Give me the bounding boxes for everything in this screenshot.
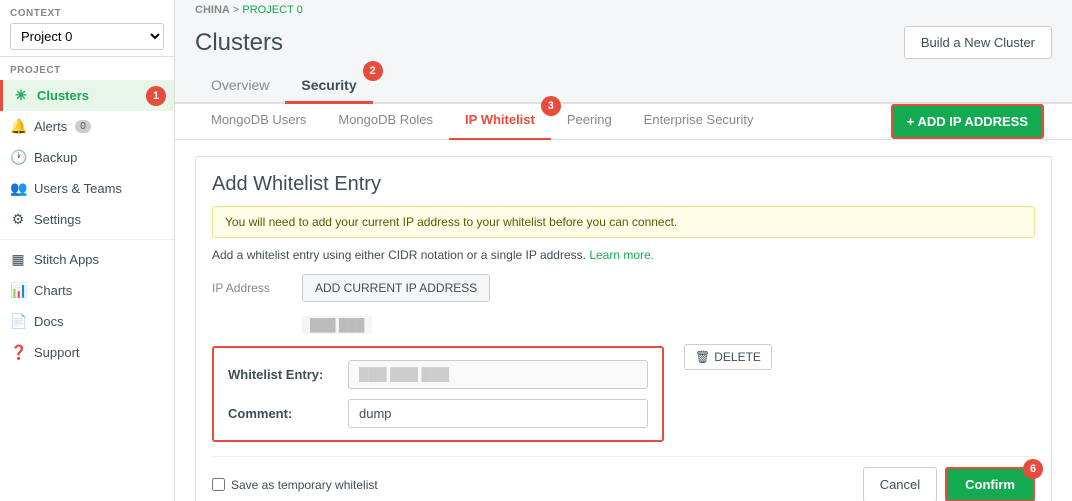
sidebar-item-label: Backup xyxy=(34,150,77,165)
project-label: PROJECT xyxy=(0,57,174,80)
sidebar-item-clusters[interactable]: ✳ Clusters 1 xyxy=(0,80,174,111)
ip-address-row: IP Address ADD CURRENT IP ADDRESS xyxy=(212,274,664,302)
comment-row: Comment: xyxy=(228,399,648,428)
sidebar-item-backup[interactable]: 🕐 Backup xyxy=(0,142,174,173)
sidebar-item-charts[interactable]: 📊 Charts xyxy=(0,275,174,306)
alerts-icon: 🔔 xyxy=(10,118,26,135)
comment-label: Comment: xyxy=(228,406,338,421)
step-badge-2: 2 xyxy=(363,61,383,81)
tab-peering[interactable]: Peering xyxy=(551,104,628,140)
sidebar-context: CONTEXT Project 0 xyxy=(0,0,174,57)
whitelist-title: Add Whitelist Entry xyxy=(212,173,1035,196)
sidebar-item-settings[interactable]: ⚙ Settings xyxy=(0,204,174,235)
sidebar-item-label: Docs xyxy=(34,314,64,329)
page-header: Clusters Build a New Cluster xyxy=(175,20,1072,69)
sidebar-item-label: Clusters xyxy=(37,88,89,103)
confirm-button[interactable]: Confirm 6 xyxy=(945,467,1035,501)
sidebar-item-support[interactable]: ❓ Support xyxy=(0,337,174,368)
breadcrumb: CHINA > PROJECT 0 xyxy=(175,0,1072,20)
breadcrumb-sep: > xyxy=(230,4,243,16)
whitelist-entry-row: Whitelist Entry: xyxy=(228,360,648,389)
context-select[interactable]: Project 0 xyxy=(10,23,164,50)
support-icon: ❓ xyxy=(10,344,26,361)
sidebar-item-users-teams[interactable]: 👥 Users & Teams xyxy=(0,173,174,204)
main-content: CHINA > PROJECT 0 Clusters Build a New C… xyxy=(175,0,1072,501)
sidebar-item-label: Settings xyxy=(34,212,81,227)
secondary-tabs: MongoDB Users MongoDB Roles IP Whitelist… xyxy=(175,104,1072,140)
stitch-apps-icon: ▦ xyxy=(10,251,26,268)
action-buttons: Cancel Confirm 6 xyxy=(863,467,1035,501)
form-bottom-row: Save as temporary whitelist Cancel Confi… xyxy=(212,456,1035,501)
whitelist-entry-input[interactable] xyxy=(348,360,648,389)
ip-value-row: ███ ███ xyxy=(212,316,664,334)
cancel-button[interactable]: Cancel xyxy=(863,467,937,501)
alerts-badge: 0 xyxy=(75,120,91,133)
whitelist-entry-label: Whitelist Entry: xyxy=(228,367,338,382)
sidebar-item-label: Charts xyxy=(34,283,72,298)
ip-value: ███ ███ xyxy=(302,316,372,334)
content-area: Add Whitelist Entry You will need to add… xyxy=(175,140,1072,501)
breadcrumb-project: PROJECT 0 xyxy=(242,4,302,16)
users-teams-icon: 👥 xyxy=(10,180,26,197)
tab-mongodb-roles[interactable]: MongoDB Roles xyxy=(322,104,449,140)
charts-icon: 📊 xyxy=(10,282,26,299)
content-inner: Add Whitelist Entry You will need to add… xyxy=(175,140,1072,501)
primary-tabs: Overview Security 2 xyxy=(175,69,1072,104)
sidebar-item-stitch-apps[interactable]: ▦ Stitch Apps xyxy=(0,244,174,275)
docs-icon: 📄 xyxy=(10,313,26,330)
sidebar-item-alerts[interactable]: 🔔 Alerts 0 xyxy=(0,111,174,142)
save-temp-checkbox[interactable] xyxy=(212,478,225,491)
page-title: Clusters xyxy=(195,29,283,57)
build-cluster-button[interactable]: Build a New Cluster xyxy=(904,26,1052,59)
tab-enterprise-security[interactable]: Enterprise Security xyxy=(628,104,770,140)
add-current-ip-button[interactable]: ADD CURRENT IP ADDRESS xyxy=(302,274,490,302)
comment-input[interactable] xyxy=(348,399,648,428)
whitelist-desc: Add a whitelist entry using either CIDR … xyxy=(212,248,1035,262)
sidebar: CONTEXT Project 0 PROJECT ✳ Clusters 1 🔔… xyxy=(0,0,175,501)
info-banner-text: You will need to add your current IP add… xyxy=(225,215,677,229)
tab-overview[interactable]: Overview xyxy=(195,69,285,104)
sidebar-item-label: Support xyxy=(34,345,80,360)
add-ip-btn-area: + ADD IP ADDRESS xyxy=(770,104,1053,139)
whitelist-left: IP Address ADD CURRENT IP ADDRESS ███ ██… xyxy=(212,274,664,456)
sidebar-item-label: Stitch Apps xyxy=(34,252,99,267)
ip-address-label: IP Address xyxy=(212,281,292,295)
whitelist-form-box: Whitelist Entry: Comment: xyxy=(212,346,664,442)
sidebar-divider xyxy=(0,239,174,240)
info-banner: You will need to add your current IP add… xyxy=(212,206,1035,238)
tab-mongodb-users[interactable]: MongoDB Users xyxy=(195,104,322,140)
context-label: CONTEXT xyxy=(10,8,164,19)
breadcrumb-org: CHINA xyxy=(195,4,230,16)
add-ip-address-button[interactable]: + ADD IP ADDRESS xyxy=(891,104,1044,139)
sidebar-item-docs[interactable]: 📄 Docs xyxy=(0,306,174,337)
delete-area: 🗑 DELETE xyxy=(684,274,772,370)
tab-security[interactable]: Security 2 xyxy=(285,69,372,104)
clusters-icon: ✳ xyxy=(13,87,29,104)
delete-icon: 🗑 xyxy=(695,350,710,364)
sidebar-item-label: Users & Teams xyxy=(34,181,122,196)
step-badge-6: 6 xyxy=(1023,459,1043,479)
learn-more-link[interactable]: Learn more. xyxy=(589,248,654,262)
settings-icon: ⚙ xyxy=(10,211,26,228)
whitelist-main-row: IP Address ADD CURRENT IP ADDRESS ███ ██… xyxy=(212,274,1035,456)
whitelist-panel: Add Whitelist Entry You will need to add… xyxy=(195,156,1052,501)
step-badge-1: 1 xyxy=(146,86,166,106)
sidebar-item-label: Alerts xyxy=(34,119,67,134)
save-temp-label[interactable]: Save as temporary whitelist xyxy=(212,478,378,492)
backup-icon: 🕐 xyxy=(10,149,26,166)
delete-button[interactable]: 🗑 DELETE xyxy=(684,344,772,370)
step-badge-3: 3 xyxy=(541,96,561,116)
tab-ip-whitelist[interactable]: IP Whitelist 3 xyxy=(449,104,551,140)
